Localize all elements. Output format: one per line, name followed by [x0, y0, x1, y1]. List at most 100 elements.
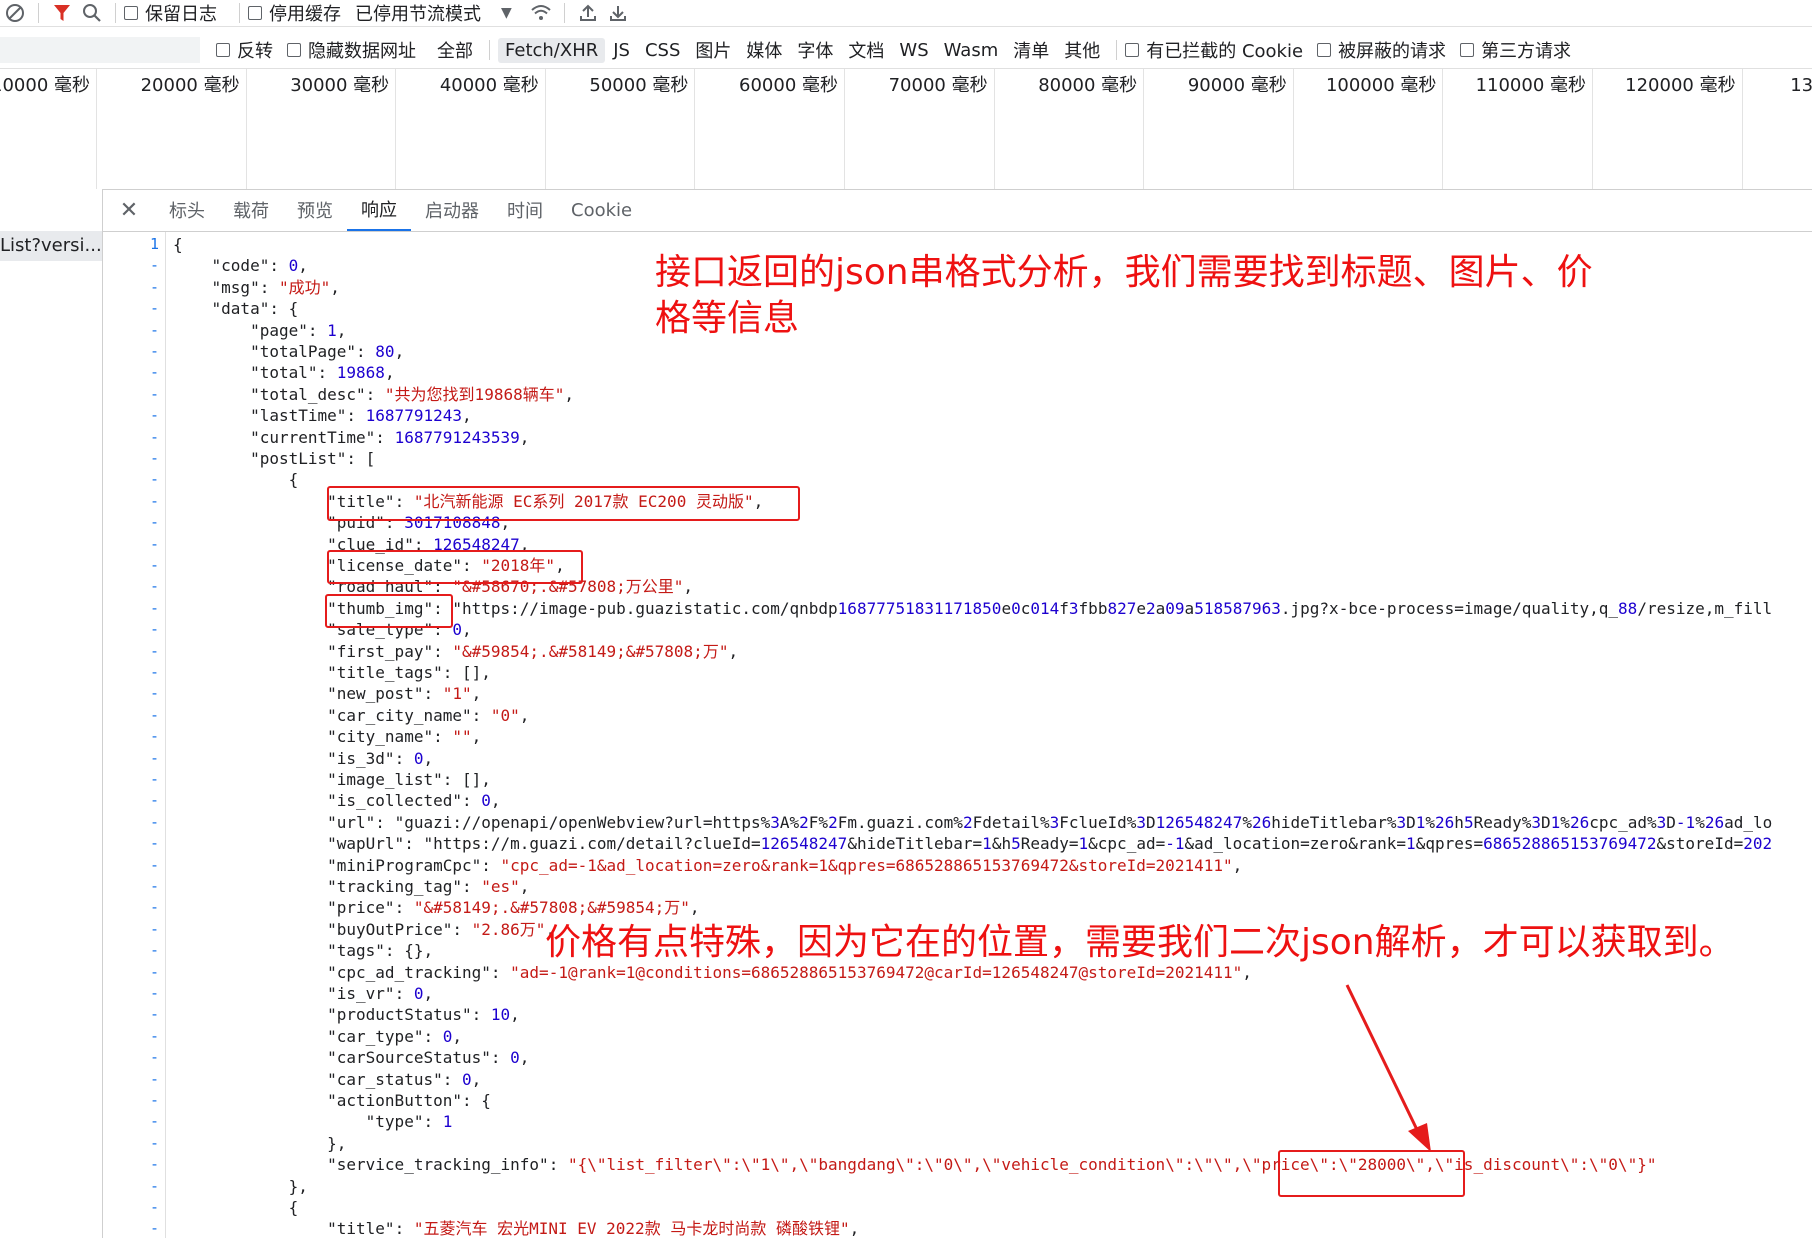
filter-icon[interactable] — [47, 0, 77, 26]
chevron-down-icon: ▼ — [501, 5, 512, 21]
tab-preview[interactable]: 预览 — [283, 189, 347, 231]
annotation-price-note: 价格有点特殊，因为它在的位置，需要我们二次json解析，才可以获取到。 — [545, 922, 1735, 963]
code-line: "totalPage": 80, — [250, 342, 405, 361]
timeline-tick-label: 20000 毫秒 — [97, 69, 247, 189]
highlight-license-date — [327, 550, 583, 584]
code-line: "msg": "成功", — [211, 277, 340, 297]
checkbox-box[interactable] — [216, 43, 230, 57]
throttling-label: 已停用节流模式 — [355, 4, 481, 25]
type-filter-fetch-xhr[interactable]: Fetch/XHR — [498, 37, 606, 63]
throttling-select[interactable]: 已停用节流模式 ▼ — [355, 0, 512, 26]
code-line: { — [173, 235, 183, 254]
tab-initiator[interactable]: 启动器 — [411, 189, 493, 231]
third-party-checkbox[interactable]: 第三方请求 — [1460, 37, 1571, 63]
line-number: - — [149, 663, 159, 681]
code-line: "new_post": "1", — [327, 684, 482, 704]
line-number: - — [149, 834, 159, 853]
checkbox-box[interactable] — [248, 6, 262, 20]
line-number: - — [149, 812, 159, 831]
code-line: "type": 1 — [365, 1112, 453, 1132]
code-line: "car_type": 0, — [327, 1026, 462, 1046]
code-line: { — [173, 470, 299, 490]
network-conditions-icon[interactable] — [526, 0, 556, 26]
filter-bar: 反转 隐藏数据网址 全部 Fetch/XHR JS CSS 图片 媒体 字体 文… — [0, 34, 1812, 66]
checkbox-box[interactable] — [124, 6, 138, 20]
line-number: - — [149, 470, 159, 489]
hide-data-urls-label: 隐藏数据网址 — [308, 41, 416, 62]
timeline-tick-label: 100000 毫秒 — [1293, 69, 1444, 189]
type-filter-img[interactable]: 图片 — [688, 35, 738, 65]
close-icon[interactable]: ✕ — [103, 189, 155, 231]
tab-response[interactable]: 响应 — [347, 189, 411, 231]
line-number: - — [149, 427, 159, 446]
line-number: - — [149, 1219, 159, 1238]
blocked-requests-label: 被屏蔽的请求 — [1338, 41, 1447, 62]
blocked-cookies-checkbox[interactable]: 有已拦截的 Cookie — [1125, 37, 1303, 63]
highlight-price-field — [1278, 1150, 1465, 1197]
code-line: "wapUrl": "https://m.guazi.com/detail?cl… — [327, 834, 1773, 854]
detail-tabs: ✕ 标头 载荷 预览 响应 启动器 时间 Cookie — [103, 189, 1812, 232]
line-number: - — [149, 513, 159, 532]
disable-cache-checkbox[interactable]: 停用缓存 — [248, 0, 341, 26]
code-line: "first_pay": "&#59854;.&#58149;&#57808;万… — [327, 641, 739, 661]
line-number: - — [149, 898, 159, 917]
type-filter-font[interactable]: 字体 — [790, 35, 840, 65]
line-number: - — [149, 1155, 159, 1174]
type-filter-doc[interactable]: 文档 — [841, 35, 891, 65]
filter-divider — [489, 40, 490, 60]
import-har-icon[interactable] — [573, 0, 603, 26]
timeline-tick-label: 30000 毫秒 — [246, 69, 397, 189]
line-number: - — [149, 534, 159, 553]
timeline-tick-label: 10000 毫秒 — [0, 69, 97, 189]
timeline-overview[interactable]: 10000 毫秒 20000 毫秒 30000 毫秒 40000 毫秒 50000 毫秒… — [0, 68, 1812, 190]
type-filter-wasm[interactable]: Wasm — [937, 38, 1006, 63]
annotation-top-note: 接口返回的json串格式分析，我们需要找到标题、图片、价格等信息 — [655, 252, 1593, 339]
invert-checkbox[interactable]: 反转 — [216, 37, 273, 63]
checkbox-box[interactable] — [1317, 43, 1332, 57]
line-number: - — [149, 256, 159, 275]
type-filter-media[interactable]: 媒体 — [739, 35, 789, 65]
search-icon[interactable] — [77, 0, 107, 26]
line-number: - — [149, 406, 159, 425]
response-viewer[interactable]: 1 - - - - - - - - - - - - - - - - - - - - - - - - - - - - - - - - - - - - - - -… — [103, 232, 1812, 1238]
type-filter-manifest[interactable]: 清单 — [1006, 35, 1056, 65]
line-number: - — [149, 1005, 159, 1024]
type-filter-css[interactable]: CSS — [638, 38, 687, 63]
checkbox-box[interactable] — [1460, 43, 1475, 57]
code-line: }, — [173, 1133, 347, 1153]
export-har-icon[interactable] — [603, 0, 633, 26]
checkbox-box[interactable] — [287, 43, 301, 57]
code-line: "currentTime": 1687791243539, — [250, 427, 530, 447]
code-line: "postList": [ — [250, 449, 376, 468]
line-number: - — [149, 705, 159, 724]
code-line: "car_city_name": "0", — [327, 705, 530, 725]
line-number: - — [149, 641, 159, 660]
request-row-selected[interactable]: List?versi... — [0, 231, 102, 261]
clear-icon[interactable] — [0, 0, 30, 26]
tab-headers[interactable]: 标头 — [155, 189, 219, 231]
preserve-log-checkbox[interactable]: 保留日志 — [124, 0, 217, 26]
code-line: "url": "guazi://openapi/openWebview?url=… — [327, 812, 1773, 832]
tab-cookies[interactable]: Cookie — [557, 189, 646, 231]
preserve-log-label: 保留日志 — [145, 4, 217, 25]
line-number: - — [149, 363, 159, 382]
timeline-tick-label: 110000 毫秒 — [1443, 69, 1593, 189]
tab-payload[interactable]: 载荷 — [219, 189, 283, 231]
line-number: - — [149, 491, 159, 510]
hide-data-urls-checkbox[interactable]: 隐藏数据网址 — [287, 37, 416, 63]
blocked-requests-checkbox[interactable]: 被屏蔽的请求 — [1317, 37, 1446, 63]
request-list: List?versi... — [0, 189, 103, 1238]
type-filter-ws[interactable]: WS — [892, 38, 935, 63]
type-filter-js[interactable]: JS — [606, 38, 637, 63]
tab-timing[interactable]: 时间 — [493, 189, 557, 231]
line-number: - — [149, 919, 159, 938]
filter-input[interactable] — [0, 37, 200, 63]
line-number: - — [149, 342, 159, 360]
line-number: - — [149, 1133, 159, 1152]
code-line: "title": "五菱汽车 宏光MINI EV 2022款 马卡龙时尚款 磷酸… — [327, 1219, 860, 1238]
type-filter-other[interactable]: 其他 — [1057, 35, 1107, 65]
timeline-tick-label: 60000 毫秒 — [695, 69, 845, 189]
checkbox-box[interactable] — [1125, 43, 1140, 57]
type-filter-all[interactable]: 全部 — [430, 35, 480, 65]
line-number: - — [149, 770, 159, 788]
